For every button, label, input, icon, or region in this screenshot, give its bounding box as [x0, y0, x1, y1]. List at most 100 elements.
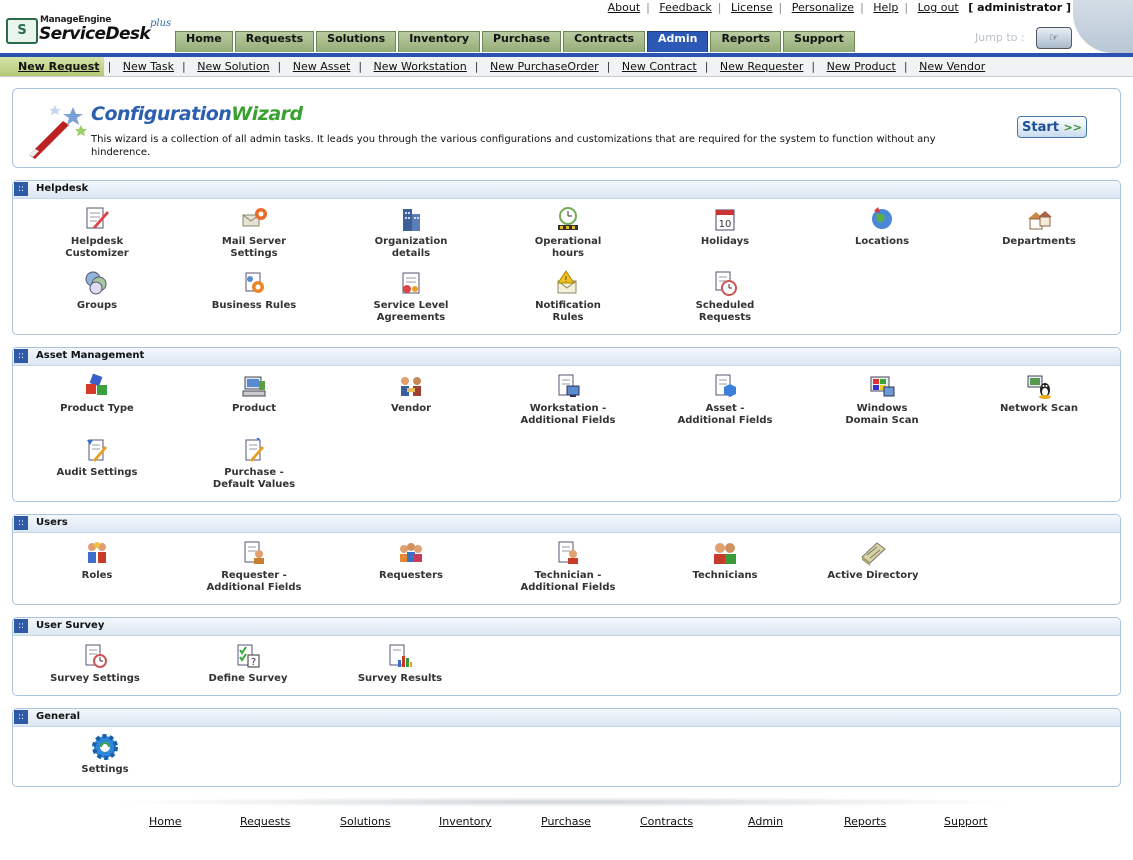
technician-fields-icon: [558, 541, 578, 564]
item-departments[interactable]: Departments: [969, 205, 1109, 248]
about-link[interactable]: About: [608, 1, 641, 14]
purchase-defaults-icon: [245, 438, 264, 462]
customizer-icon: [86, 207, 109, 229]
help-link[interactable]: Help: [873, 1, 898, 14]
section-asset-management: :: Asset Management Product Type Product …: [12, 347, 1121, 502]
new-solution-link[interactable]: New Solution: [197, 60, 269, 73]
tab-support[interactable]: Support: [783, 31, 855, 52]
item-network-scan[interactable]: Network Scan: [969, 372, 1109, 415]
item-settings[interactable]: Settings: [35, 733, 175, 776]
footer-inventory-link[interactable]: Inventory: [439, 815, 492, 828]
item-active-directory[interactable]: Active Directory: [803, 539, 943, 582]
footer-admin-link[interactable]: Admin: [748, 815, 783, 828]
active-directory-icon: [861, 542, 886, 566]
tab-purchase[interactable]: Purchase: [481, 31, 562, 52]
header-corner-decoration: [1073, 0, 1133, 53]
item-survey-settings[interactable]: Survey Settings: [25, 642, 165, 685]
scheduled-requests-icon: [715, 271, 737, 296]
footer-solutions-link[interactable]: Solutions: [340, 815, 391, 828]
new-request-link[interactable]: New Request: [18, 60, 100, 73]
wizard-title: ConfigurationWizard: [91, 103, 303, 125]
item-requesters[interactable]: Requesters: [341, 539, 481, 582]
item-audit-settings[interactable]: Audit Settings: [27, 436, 167, 479]
item-product-type[interactable]: Product Type: [27, 372, 167, 415]
item-workstation-additional-fields[interactable]: Workstation - Additional Fields: [498, 372, 638, 427]
tab-admin[interactable]: Admin: [647, 31, 709, 52]
houses-icon: [1028, 211, 1052, 230]
section-users: :: Users Roles Requester - Additional Fie…: [12, 514, 1121, 605]
new-contract-link[interactable]: New Contract: [622, 60, 697, 73]
item-vendor[interactable]: Vendor: [341, 372, 481, 415]
app-header: S ManageEngine ServiceDesk plus About | F…: [0, 0, 1133, 53]
item-define-survey[interactable]: ? Define Survey: [178, 642, 318, 685]
roles-icon: [88, 542, 106, 563]
tab-requests[interactable]: Requests: [234, 31, 315, 52]
footer-reports-link[interactable]: Reports: [844, 815, 886, 828]
item-product[interactable]: Product: [184, 372, 324, 415]
tab-contracts[interactable]: Contracts: [563, 31, 645, 52]
computer-icon: [242, 376, 266, 397]
new-vendor-link[interactable]: New Vendor: [919, 60, 985, 73]
grip-icon: ::: [14, 182, 28, 196]
item-holidays[interactable]: 10 Holidays: [655, 205, 795, 248]
define-survey-icon: ?: [237, 644, 260, 668]
section-helpdesk: :: Helpdesk Helpdesk Customizer Mail Serv…: [12, 180, 1121, 335]
servicedesk-logo[interactable]: S ManageEngine ServiceDesk plus: [6, 14, 176, 48]
item-technicians[interactable]: Technicians: [655, 539, 795, 582]
item-business-rules[interactable]: Business Rules: [184, 269, 324, 312]
item-purchase-default-values[interactable]: Purchase - Default Values: [184, 436, 324, 491]
audit-settings-icon: [87, 439, 107, 462]
footer-home-link[interactable]: Home: [149, 815, 181, 828]
tab-inventory[interactable]: Inventory: [398, 31, 480, 52]
new-requester-link[interactable]: New Requester: [720, 60, 803, 73]
item-asset-additional-fields[interactable]: Asset - Additional Fields: [655, 372, 795, 427]
footer-support-link[interactable]: Support: [944, 815, 987, 828]
footer-requests-link[interactable]: Requests: [240, 815, 290, 828]
start-wizard-button[interactable]: Start >>: [1017, 116, 1087, 138]
item-roles[interactable]: Roles: [27, 539, 167, 582]
svg-text:!: !: [564, 275, 567, 284]
item-survey-results[interactable]: Survey Results: [330, 642, 470, 685]
section-title: Asset Management: [36, 350, 145, 361]
new-workstation-link[interactable]: New Workstation: [374, 60, 467, 73]
item-notification-rules[interactable]: ! Notification Rules: [498, 269, 638, 324]
footer-contracts-link[interactable]: Contracts: [640, 815, 693, 828]
building-icon: [403, 209, 420, 231]
item-groups[interactable]: Groups: [27, 269, 167, 312]
logout-link[interactable]: Log out: [918, 1, 959, 14]
tab-reports[interactable]: Reports: [710, 31, 782, 52]
section-title: User Survey: [36, 620, 105, 631]
item-locations[interactable]: Locations: [812, 205, 952, 248]
workstation-fields-icon: [558, 374, 580, 397]
item-service-level-agreements[interactable]: Service Level Agreements: [341, 269, 481, 324]
item-scheduled-requests[interactable]: Scheduled Requests: [655, 269, 795, 324]
asset-fields-icon: [715, 374, 736, 397]
item-organization-details[interactable]: Organization details: [341, 205, 481, 260]
license-link[interactable]: License: [731, 1, 772, 14]
footer-purchase-link[interactable]: Purchase: [541, 815, 591, 828]
jump-to-icon[interactable]: ☞: [1036, 27, 1072, 49]
feedback-link[interactable]: Feedback: [659, 1, 711, 14]
new-product-link[interactable]: New Product: [827, 60, 896, 73]
tab-solutions[interactable]: Solutions: [316, 31, 397, 52]
network-scan-icon: [1027, 375, 1051, 399]
section-user-survey: :: User Survey Survey Settings ? Define S…: [12, 617, 1121, 696]
item-technician-additional-fields[interactable]: Technician - Additional Fields: [498, 539, 638, 594]
svg-text:?: ?: [251, 657, 256, 668]
new-asset-link[interactable]: New Asset: [293, 60, 351, 73]
vendor-icon: [401, 377, 421, 396]
tab-home[interactable]: Home: [175, 31, 233, 52]
mail-server-icon: [242, 208, 267, 227]
personalize-link[interactable]: Personalize: [792, 1, 854, 14]
survey-settings-icon: [85, 644, 107, 668]
item-windows-domain-scan[interactable]: Windows Domain Scan: [812, 372, 952, 427]
new-purchaseorder-link[interactable]: New PurchaseOrder: [490, 60, 599, 73]
item-mail-server-settings[interactable]: Mail Server Settings: [184, 205, 324, 260]
jump-to-label: Jump to :: [975, 31, 1025, 44]
survey-results-icon: [389, 644, 412, 667]
item-requester-additional-fields[interactable]: Requester - Additional Fields: [184, 539, 324, 594]
configuration-wizard-panel: ConfigurationWizard This wizard is a col…: [12, 88, 1121, 168]
item-operational-hours[interactable]: Operational hours: [498, 205, 638, 260]
item-helpdesk-customizer[interactable]: Helpdesk Customizer: [27, 205, 167, 260]
new-task-link[interactable]: New Task: [123, 60, 174, 73]
